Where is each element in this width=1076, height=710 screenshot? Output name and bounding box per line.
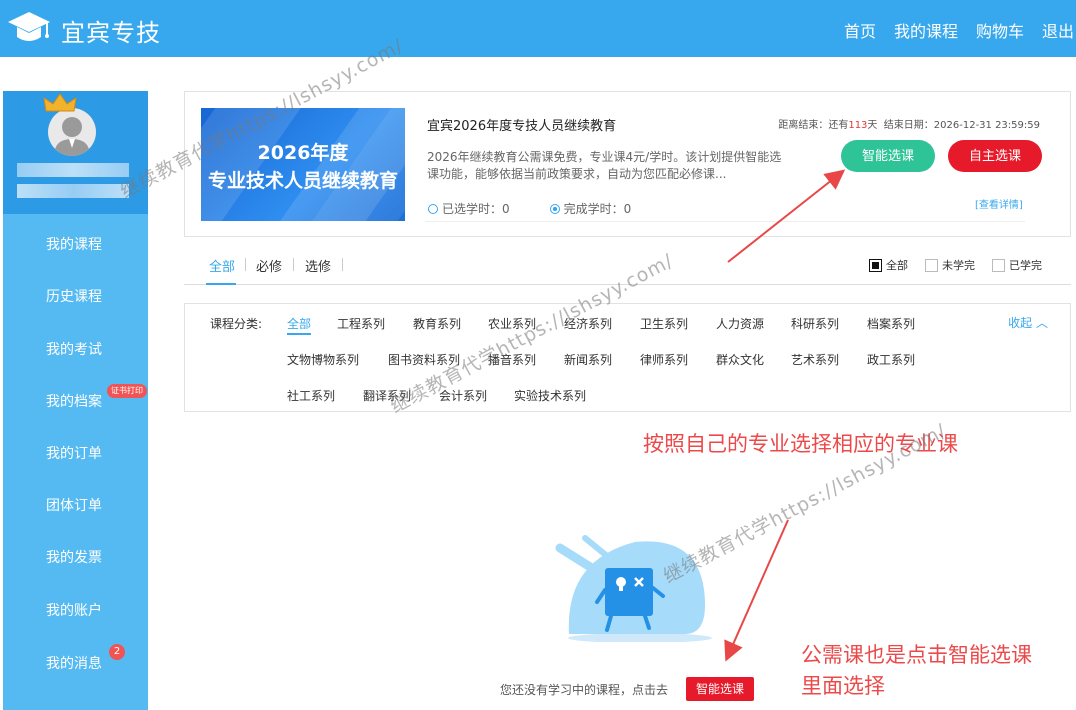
sidebar-item-my-messages[interactable]: 我的消息 xyxy=(3,638,148,690)
chevron-up-icon: ︿ xyxy=(1035,316,1048,330)
sidebar-item-group-orders[interactable]: 团体订单 xyxy=(3,480,148,532)
category-item[interactable]: 科研系列 xyxy=(791,315,839,332)
crown-icon xyxy=(43,93,77,112)
sidebar-item-history-courses[interactable]: 历史课程 xyxy=(3,271,148,323)
category-all[interactable]: 全部 xyxy=(287,315,312,335)
nav-cart[interactable]: 购物车 xyxy=(976,18,1024,42)
tab-required[interactable]: 必修 xyxy=(256,256,282,275)
category-item[interactable]: 文物博物系列 xyxy=(287,351,359,368)
view-details-link[interactable]: [查看详情] xyxy=(975,196,1023,211)
collapse-toggle[interactable]: 收起 ︿ xyxy=(1008,314,1048,331)
site-logo-text[interactable]: 宜宾专技 xyxy=(61,13,161,48)
annotation-public-course: 公需课也是点击智能选课 里面选择 xyxy=(801,643,1032,698)
nav-logout[interactable]: 退出 xyxy=(1042,18,1074,42)
category-item[interactable]: 政工系列 xyxy=(867,351,915,368)
sidebar-item-my-account[interactable]: 我的账户 xyxy=(3,585,148,637)
top-nav: 首页 我的课程 购物车 退出 xyxy=(844,18,1074,42)
self-select-button[interactable]: 自主选课 xyxy=(948,140,1042,172)
days-left: 113 xyxy=(848,120,868,131)
tab-elective[interactable]: 选修 xyxy=(305,256,331,275)
category-filter: 课程分类: 全部 工程系列 教育系列 农业系列 经济系列 卫生系列 人力资源 科… xyxy=(184,303,1071,412)
blurred-user-info xyxy=(17,184,129,198)
user-silhouette-icon xyxy=(54,117,90,156)
category-item[interactable]: 群众文化 xyxy=(716,351,764,368)
checkbox-checked-icon xyxy=(869,259,882,272)
category-item[interactable]: 实验技术系列 xyxy=(514,387,586,404)
sidebar-item-my-exams[interactable]: 我的考试 xyxy=(3,324,148,376)
category-item[interactable]: 教育系列 xyxy=(413,315,461,332)
banner-subtitle: 专业技术人员继续教育 xyxy=(207,170,398,192)
radio-ring-icon xyxy=(428,204,438,214)
end-date: 结束日期：2026-12-31 23:59:59 xyxy=(883,120,1040,131)
filter-all[interactable]: 全部 xyxy=(869,257,908,273)
selected-hours: 已选学时：0 xyxy=(428,200,510,217)
category-item[interactable]: 档案系列 xyxy=(867,315,915,332)
tab-all[interactable]: 全部 xyxy=(209,256,235,275)
message-count-badge: 2 xyxy=(109,644,125,660)
graduation-cap-icon xyxy=(8,12,50,41)
course-title[interactable]: 宜宾2026年度专技人员继续教育 xyxy=(427,115,616,134)
sidebar-item-my-courses[interactable]: 我的课程 xyxy=(3,219,148,271)
course-card: 2026年度 专业技术人员继续教育 宜宾2026年度专技人员继续教育 距离结束：… xyxy=(184,91,1071,237)
radio-filled-icon xyxy=(549,204,560,214)
checkbox-icon xyxy=(925,259,938,272)
empty-state-text: 您还没有学习中的课程，点击去 xyxy=(500,683,669,697)
sidebar-item-my-orders[interactable]: 我的订单 xyxy=(3,428,148,480)
divider xyxy=(425,221,1025,222)
avatar[interactable] xyxy=(48,108,96,156)
checkbox-icon xyxy=(992,259,1005,272)
empty-smart-select-button[interactable]: 智能选课 xyxy=(686,677,754,701)
deadline-info: 距离结束：还有113天 结束日期：2026-12-31 23:59:59 xyxy=(778,120,1040,131)
completed-hours: 完成学时：0 xyxy=(549,200,631,217)
nav-my-courses[interactable]: 我的课程 xyxy=(894,18,958,42)
nav-home[interactable]: 首页 xyxy=(844,18,876,42)
cert-print-badge: 证书打印 xyxy=(107,384,147,398)
course-hours: 已选学时：0 完成学时：0 xyxy=(428,200,631,217)
category-item[interactable]: 律师系列 xyxy=(640,351,688,368)
course-description: 2026年继续教育公需课免费，专业课4元/学时。该计划提供智能选课功能，能够依据… xyxy=(427,150,782,181)
blurred-username xyxy=(17,163,129,177)
category-item[interactable]: 卫生系列 xyxy=(640,315,688,332)
category-item[interactable]: 新闻系列 xyxy=(564,351,612,368)
sidebar-item-my-invoices[interactable]: 我的发票 xyxy=(3,532,148,584)
filter-unfinished[interactable]: 未学完 xyxy=(925,257,975,273)
category-item[interactable]: 人力资源 xyxy=(716,315,764,332)
active-tab-underline xyxy=(206,283,236,285)
category-item[interactable]: 艺术系列 xyxy=(791,351,839,368)
category-label: 课程分类: xyxy=(210,317,263,331)
top-header: 宜宾专技 首页 我的课程 购物车 退出 xyxy=(0,0,1076,57)
filter-finished[interactable]: 已学完 xyxy=(992,257,1042,273)
smart-select-button[interactable]: 智能选课 xyxy=(841,140,935,172)
category-item[interactable]: 社工系列 xyxy=(287,387,335,404)
category-item[interactable]: 工程系列 xyxy=(337,315,385,332)
